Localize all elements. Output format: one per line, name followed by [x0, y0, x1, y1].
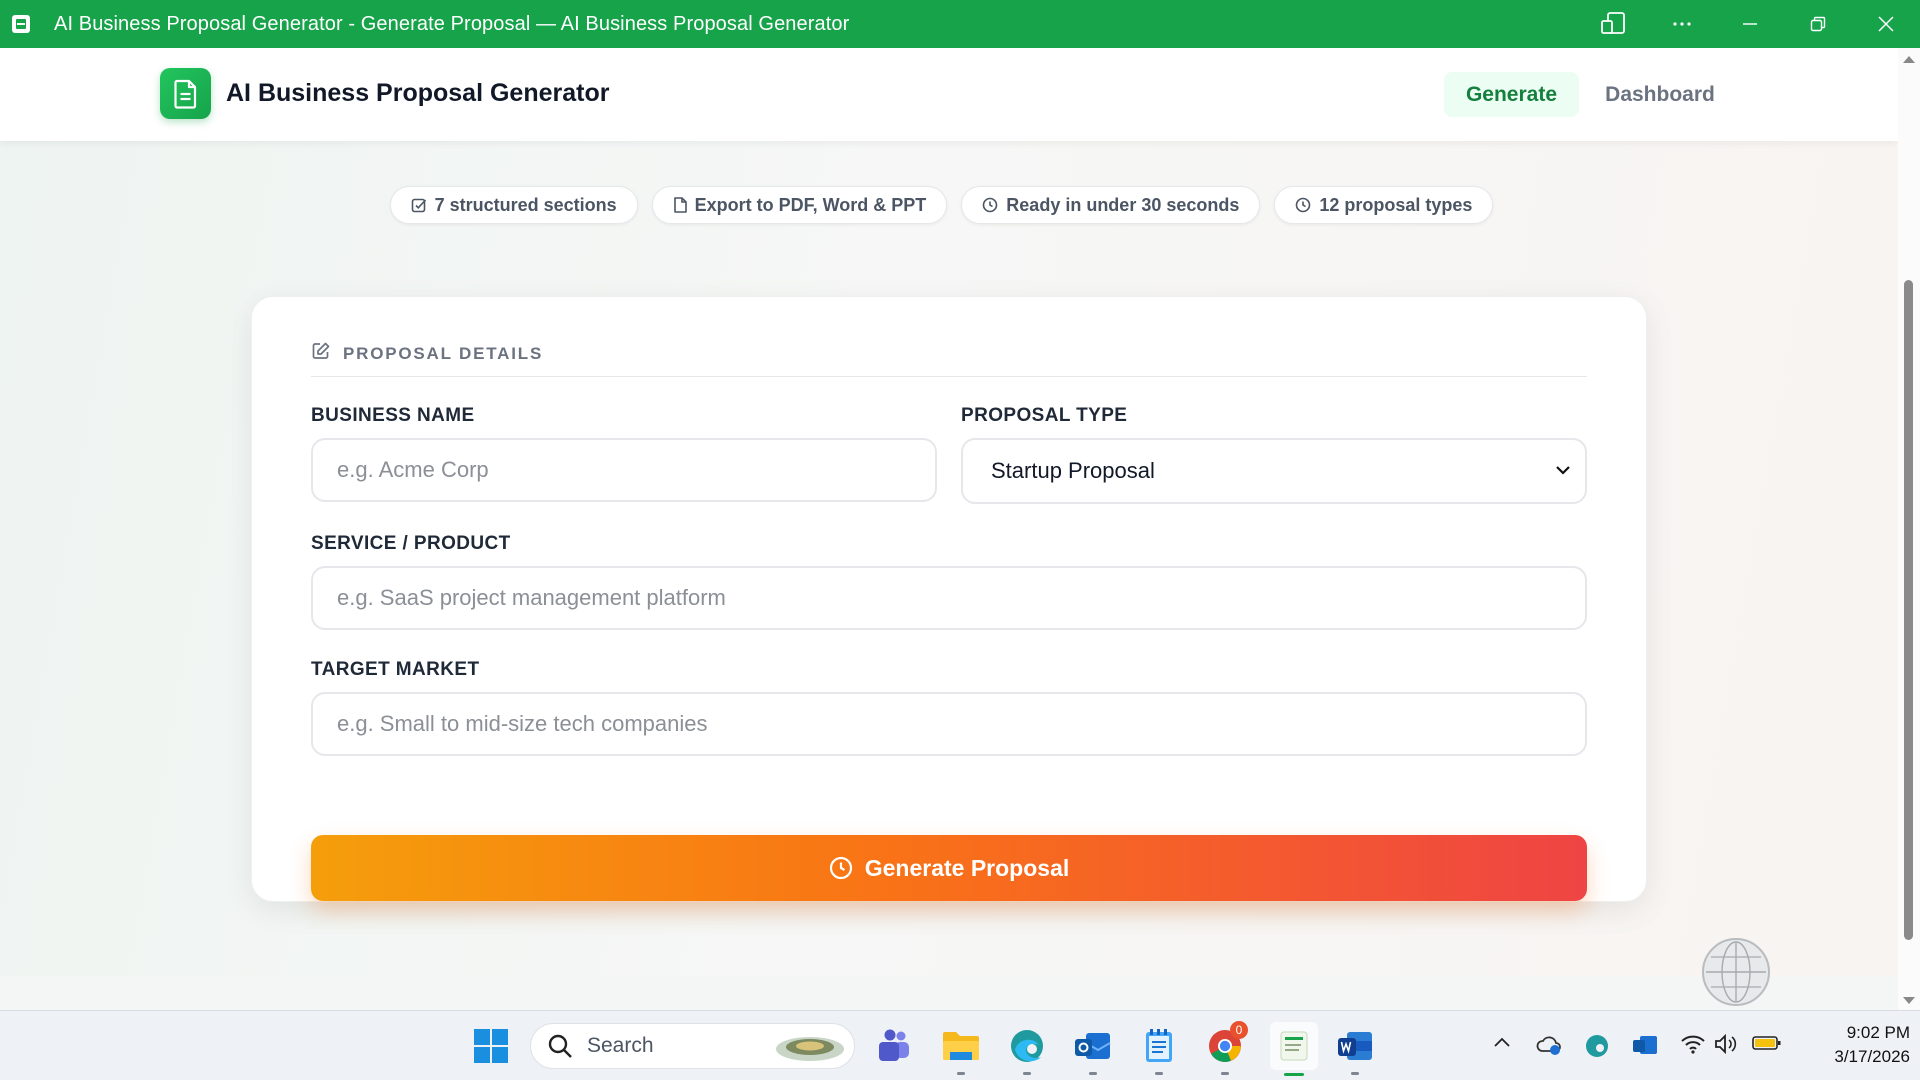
nav-dashboard[interactable]: Dashboard — [1590, 72, 1730, 117]
window-title: AI Business Proposal Generator - Generat… — [54, 12, 850, 35]
feature-chip: 7 structured sections — [389, 186, 638, 224]
service-product-input[interactable] — [311, 566, 1587, 630]
target-market-label: TARGET MARKET — [311, 659, 480, 680]
feature-chip: Ready in under 30 seconds — [961, 186, 1261, 224]
battery-icon[interactable] — [1752, 1033, 1782, 1053]
feature-chip-label: 12 proposal types — [1319, 194, 1473, 215]
wifi-icon[interactable] — [1680, 1033, 1706, 1055]
minimize-button[interactable] — [1716, 0, 1784, 48]
active-indicator — [1284, 1073, 1304, 1076]
document-icon — [173, 79, 196, 109]
feature-chip: Export to PDF, Word & PPT — [651, 186, 948, 224]
window-title-bar: AI Business Proposal Generator - Generat… — [0, 0, 1920, 48]
vertical-scrollbar[interactable] — [1898, 48, 1920, 1010]
scroll-down-icon[interactable] — [1903, 997, 1915, 1004]
search-icon — [548, 1034, 572, 1058]
search-highlight-icon — [776, 1037, 844, 1061]
teams-icon[interactable] — [872, 1025, 914, 1067]
running-indicator — [1221, 1072, 1229, 1075]
chrome-icon[interactable]: 0 — [1204, 1021, 1248, 1075]
onedrive-icon[interactable] — [1536, 1033, 1562, 1057]
running-indicator — [1089, 1072, 1097, 1075]
app-viewport: AI Business Proposal Generator Generate … — [0, 48, 1898, 976]
chevron-down-icon — [1556, 466, 1570, 475]
volume-icon[interactable] — [1714, 1033, 1738, 1055]
globe-icon[interactable] — [1702, 938, 1770, 1006]
scrollbar-thumb[interactable] — [1904, 280, 1913, 940]
taskbar-search[interactable]: Search — [530, 1023, 855, 1069]
app-logo[interactable] — [160, 68, 211, 119]
document-icon — [673, 197, 687, 213]
proposal-form-card: PROPOSAL DETAILS BUSINESS NAME PROPOSAL … — [251, 296, 1647, 902]
feature-chips: 7 structured sections Export to PDF, Wor… — [0, 186, 1898, 224]
word-icon[interactable] — [1334, 1025, 1376, 1075]
clock-time: 9:02 PM — [1846, 1023, 1910, 1042]
section-header: PROPOSAL DETAILS — [311, 341, 1587, 377]
running-indicator — [1023, 1072, 1031, 1075]
search-placeholder: Search — [587, 1034, 654, 1057]
app-icon — [12, 15, 30, 33]
edge-icon[interactable] — [1006, 1025, 1048, 1075]
notification-badge: 0 — [1230, 1021, 1248, 1039]
clock-icon — [982, 197, 998, 213]
running-indicator — [957, 1072, 965, 1075]
edit-icon — [312, 342, 330, 359]
app-header: AI Business Proposal Generator Generate … — [0, 48, 1898, 141]
target-market-input[interactable] — [311, 692, 1587, 756]
chevron-up-icon[interactable] — [1492, 1033, 1512, 1053]
taskbar-clock[interactable]: 9:02 PM 3/17/2026 — [1800, 1021, 1910, 1069]
generate-proposal-button[interactable]: Generate Proposal — [311, 835, 1587, 901]
cast-icon[interactable] — [1580, 0, 1648, 48]
generate-proposal-label: Generate Proposal — [864, 854, 1070, 881]
file-explorer-icon[interactable] — [940, 1025, 982, 1075]
outlook-icon[interactable] — [1072, 1025, 1114, 1075]
clock-date: 3/17/2026 — [1834, 1047, 1910, 1066]
proposal-type-select[interactable]: Startup Proposal — [961, 438, 1587, 504]
clock-icon — [1296, 197, 1311, 213]
business-name-input[interactable] — [311, 438, 937, 502]
service-product-label: SERVICE / PRODUCT — [311, 533, 511, 554]
proposal-type-label: PROPOSAL TYPE — [961, 405, 1128, 426]
proposal-generator-taskbar-icon[interactable] — [1270, 1022, 1318, 1076]
close-button[interactable] — [1852, 0, 1920, 48]
outlook-tray-icon[interactable] — [1632, 1033, 1658, 1057]
section-title: PROPOSAL DETAILS — [343, 344, 544, 363]
restore-button[interactable] — [1784, 0, 1852, 48]
clock-icon — [829, 856, 852, 880]
taskbar: Search 0 9:02 PM 3/17/2026 — [0, 1010, 1920, 1080]
running-indicator — [1351, 1072, 1359, 1075]
start-button[interactable] — [470, 1025, 512, 1067]
feature-chip-label: 7 structured sections — [434, 194, 617, 215]
windows-icon — [474, 1029, 508, 1063]
feature-chip-label: Ready in under 30 seconds — [1006, 194, 1240, 215]
proposal-type-value: Startup Proposal — [991, 458, 1155, 483]
more-options-icon[interactable] — [1648, 0, 1716, 48]
edge-tray-icon[interactable] — [1584, 1033, 1610, 1059]
notepad-icon[interactable] — [1138, 1025, 1180, 1075]
brand-name[interactable]: AI Business Proposal Generator — [226, 79, 609, 108]
nav-generate[interactable]: Generate — [1444, 72, 1579, 117]
feature-chip: 12 proposal types — [1274, 186, 1494, 224]
scroll-up-icon[interactable] — [1903, 56, 1915, 63]
feature-chip-label: Export to PDF, Word & PPT — [694, 194, 927, 215]
checkbox-icon — [411, 198, 426, 213]
running-indicator — [1155, 1072, 1163, 1075]
business-name-label: BUSINESS NAME — [311, 405, 475, 426]
